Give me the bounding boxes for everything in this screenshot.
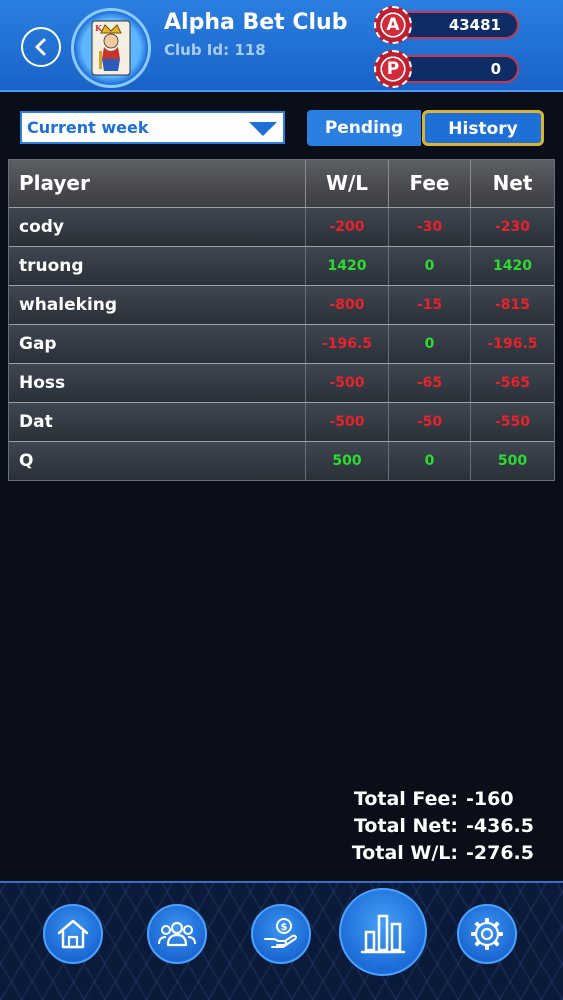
table-row[interactable]: truong 1420 0 1420	[9, 246, 554, 285]
settings-icon	[471, 918, 503, 950]
total-wl-value: -276.5	[466, 842, 534, 864]
wl-cell: -500	[306, 403, 389, 441]
fee-cell: 0	[389, 325, 471, 363]
club-id: Club Id: 118	[164, 41, 266, 59]
results-table: Player W/L Fee Net cody -200 -30 -230 truong…	[8, 159, 555, 481]
table-row[interactable]: whaleking -800 -15 -815	[9, 285, 554, 324]
total-net-value: -436.5	[466, 815, 534, 837]
week-dropdown-value: Current week	[27, 118, 149, 137]
net-cell: -196.5	[487, 336, 538, 352]
wl-cell: -800	[306, 286, 389, 324]
nav-money-button[interactable]: $	[251, 904, 311, 964]
svg-text:$: $	[281, 922, 288, 933]
header-player[interactable]: Player	[9, 160, 306, 207]
header-fee[interactable]: Fee	[389, 160, 471, 207]
members-icon	[158, 921, 196, 947]
player-cell: truong	[9, 247, 306, 285]
wl-cell: -196.5	[306, 325, 389, 363]
total-wl-label: Total W/L:	[351, 842, 458, 864]
player-cell: Q	[9, 442, 306, 480]
chip-p-icon: P	[374, 50, 412, 88]
total-net-line: Total Net: -436.5	[352, 813, 534, 840]
totals: Total Fee: -160 Total Net: -436.5 Total …	[351, 786, 534, 867]
table-row[interactable]: Hoss -500 -65 -565	[9, 363, 554, 402]
header-net[interactable]: Net	[471, 160, 554, 207]
total-net-label: Total Net:	[354, 815, 458, 837]
stats-icon	[360, 914, 406, 954]
tab-history[interactable]: History	[422, 110, 544, 146]
net-cell: -815	[494, 297, 531, 313]
table-row[interactable]: Gap -196.5 0 -196.5	[9, 324, 554, 363]
wl-cell: -500	[306, 364, 389, 402]
wl-cell: -200	[306, 208, 389, 246]
net-cell: -565	[494, 375, 531, 391]
chevron-left-icon	[35, 38, 46, 56]
nav-stats-button[interactable]	[339, 888, 427, 976]
chip-a-icon: A	[374, 6, 412, 44]
svg-text:K: K	[95, 23, 103, 33]
money-hand-icon: $	[264, 918, 297, 948]
player-cell: cody	[9, 208, 306, 246]
tab-pending[interactable]: Pending	[307, 110, 421, 146]
nav-members-button[interactable]	[147, 904, 207, 964]
fee-cell: 0	[389, 442, 471, 480]
back-button[interactable]	[21, 27, 61, 67]
fee-cell: -65	[389, 364, 471, 402]
club-name: Alpha Bet Club	[164, 10, 348, 35]
player-cell: whaleking	[9, 286, 306, 324]
net-cell: -230	[494, 219, 531, 235]
net-cell: 500	[497, 453, 528, 469]
player-cell: Dat	[9, 403, 306, 441]
net-cell: -550	[494, 414, 531, 430]
week-dropdown[interactable]: Current week	[20, 111, 285, 144]
nav-settings-button[interactable]	[457, 904, 517, 964]
caret-down-icon	[249, 122, 277, 136]
nav-home-button[interactable]	[43, 904, 103, 964]
table-body: cody -200 -30 -230 truong 1420 0 1420 whaleking -…	[9, 207, 554, 480]
fee-cell: -30	[389, 208, 471, 246]
total-fee-line: Total Fee: -160	[352, 786, 521, 813]
player-cell: Hoss	[9, 364, 306, 402]
net-cell: 1420	[493, 258, 532, 274]
total-wl-line: Total W/L: -276.5	[351, 840, 534, 867]
club-avatar[interactable]: K	[71, 8, 151, 88]
total-fee-label: Total Fee:	[353, 788, 458, 810]
player-cell: Gap	[9, 325, 306, 363]
table-header: Player W/L Fee Net	[9, 160, 554, 207]
header-wl[interactable]: W/L	[306, 160, 389, 207]
header: K Alpha Bet Club Club Id: 118 A 43481 P …	[0, 0, 563, 92]
table-row[interactable]: cody -200 -30 -230	[9, 207, 554, 246]
wl-cell: 500	[306, 442, 389, 480]
king-card-icon: K	[91, 20, 131, 76]
fee-cell: -15	[389, 286, 471, 324]
wl-cell: 1420	[306, 247, 389, 285]
fee-cell: -50	[389, 403, 471, 441]
table-row[interactable]: Dat -500 -50 -550	[9, 402, 554, 441]
home-icon	[57, 919, 89, 949]
fee-cell: 0	[389, 247, 471, 285]
total-fee-value: -160	[466, 788, 514, 810]
bottom-nav: $	[0, 881, 563, 1000]
table-row[interactable]: Q 500 0 500	[9, 441, 554, 480]
